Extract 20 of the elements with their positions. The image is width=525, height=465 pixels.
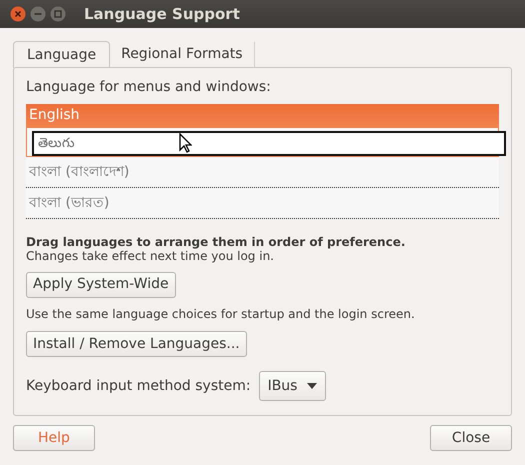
input-method-label: Keyboard input method system: <box>26 376 251 396</box>
apply-note: Use the same language choices for startup and the login screen. <box>26 306 416 322</box>
language-row[interactable]: বাংলা (বাংলাদেশ) <box>26 157 499 188</box>
drag-preview: తెలుగు <box>32 131 506 156</box>
input-method-dropdown[interactable]: IBus <box>258 371 326 401</box>
mouse-cursor-icon <box>179 133 192 153</box>
apply-system-wide-button[interactable]: Apply System-Wide <box>26 272 176 298</box>
hint-note: Changes take effect next time you log in. <box>26 249 275 263</box>
window-title: Language Support <box>84 4 240 25</box>
language-row[interactable]: বাংলা (ভারত) <box>26 188 499 219</box>
install-remove-languages-button[interactable]: Install / Remove Languages... <box>26 331 247 357</box>
close-button[interactable]: Close <box>430 425 512 451</box>
minimize-icon[interactable] <box>30 6 46 22</box>
tab[interactable]: Regional Formats <box>110 42 255 67</box>
maximize-icon[interactable] <box>50 6 66 22</box>
hint-text: Drag languages to arrange them in order of preference. <box>26 236 406 249</box>
close-icon[interactable] <box>10 6 26 22</box>
tab[interactable]: Language <box>13 41 110 68</box>
caret-icon <box>307 383 318 389</box>
list-label: Language for menus and windows: <box>26 78 272 97</box>
